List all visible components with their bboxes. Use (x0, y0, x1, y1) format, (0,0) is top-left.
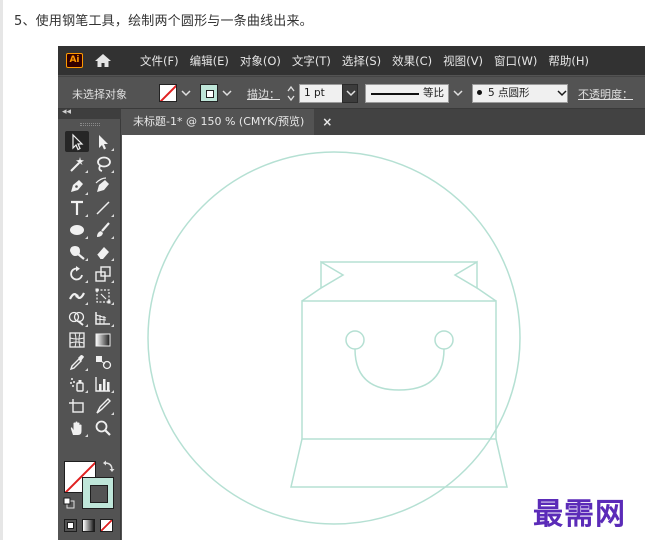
symbol-sprayer-tool-icon[interactable] (65, 373, 89, 394)
eyedropper-tool-icon[interactable] (65, 351, 89, 372)
none-mode-icon[interactable] (100, 519, 113, 532)
menu-type[interactable]: 文字(T) (292, 53, 331, 69)
bag-smile-curve[interactable] (354, 348, 445, 391)
ellipse-tool-icon[interactable] (65, 219, 89, 240)
chevron-down-icon[interactable] (220, 87, 234, 100)
lasso-tool-icon[interactable] (91, 153, 115, 174)
stroke-color-swatch[interactable] (200, 84, 218, 102)
zoom-tool-icon[interactable] (91, 417, 115, 438)
fill-color-swatch[interactable] (159, 84, 177, 102)
free-transform-tool-icon[interactable] (91, 285, 115, 306)
column-graph-tool-icon[interactable] (91, 373, 115, 394)
home-icon[interactable] (94, 53, 112, 68)
menu-help[interactable]: 帮助(H) (548, 53, 589, 69)
mesh-tool-icon[interactable] (65, 329, 89, 350)
panel-grip[interactable] (80, 123, 100, 126)
hand-tool-icon[interactable] (65, 417, 89, 438)
site-watermark: 最需网 (533, 497, 626, 532)
artboard-tool-icon[interactable] (65, 395, 89, 416)
chevron-down-icon (346, 90, 356, 97)
stepper-icon[interactable] (286, 85, 296, 102)
app-logo: Ai (66, 53, 83, 68)
menu-object[interactable]: 对象(O) (240, 53, 281, 69)
variable-width-profile[interactable]: 等比 (365, 84, 449, 103)
opacity-label[interactable]: 不透明度： (578, 86, 633, 102)
profile-label: 等比 (423, 87, 444, 99)
artboard-canvas[interactable] (122, 135, 645, 540)
control-bar: 未选择对象 描边： 1 pt 等比 5 点圆形 不透明度： (58, 76, 645, 109)
shape-builder-tool-icon[interactable] (65, 307, 89, 328)
document-tab-title: 未标题-1* @ 150 % (CMYK/预览) (133, 115, 305, 128)
pen-tool-icon[interactable] (65, 175, 89, 196)
slice-tool-icon[interactable] (91, 395, 115, 416)
bag-left-ring[interactable] (345, 330, 365, 350)
blend-tool-icon[interactable] (91, 351, 115, 372)
selection-status: 未选择对象 (72, 88, 127, 101)
gradient-mode-icon[interactable] (82, 519, 95, 532)
stroke-weight-value: 1 pt (304, 87, 325, 99)
magic-wand-tool-icon[interactable] (65, 153, 89, 174)
brush-dot-icon (477, 89, 482, 95)
bag-body[interactable] (301, 300, 497, 440)
menu-select[interactable]: 选择(S) (342, 53, 381, 69)
step-instruction: 5、使用钢笔工具，绘制两个圆形与一条曲线出来。 (14, 14, 313, 29)
panel-header: ◂◂ (58, 107, 121, 119)
gradient-tool-icon[interactable] (91, 329, 115, 350)
default-colors-icon[interactable] (63, 497, 75, 509)
swap-fill-stroke-icon[interactable] (102, 459, 116, 473)
scale-tool-icon[interactable] (91, 263, 115, 284)
curvature-tool-icon[interactable] (91, 175, 115, 196)
chevron-down-icon[interactable] (451, 87, 465, 100)
color-mode-icon[interactable] (64, 519, 77, 532)
bag-left-flap[interactable] (320, 260, 345, 290)
document-tab[interactable]: 未标题-1* @ 150 % (CMYK/预览) × (122, 109, 332, 135)
menu-window[interactable]: 窗口(W) (494, 53, 537, 69)
menu-view[interactable]: 视图(V) (443, 53, 483, 69)
paintbrush-tool-icon[interactable] (91, 219, 115, 240)
bag-shoulders (301, 287, 497, 302)
color-mode-row (64, 519, 113, 532)
menu-effect[interactable]: 效果(C) (392, 53, 432, 69)
selection-tool-icon[interactable] (65, 131, 89, 152)
profile-stroke-preview (371, 93, 419, 95)
artwork (147, 151, 521, 525)
width-tool-icon[interactable] (65, 285, 89, 306)
stroke-weight-dropdown[interactable] (342, 84, 358, 103)
menu-bar: Ai 文件(F) 编辑(E) 对象(O) 文字(T) 选择(S) 效果(C) 视… (58, 46, 645, 75)
stroke-label[interactable]: 描边： (247, 86, 280, 102)
line-segment-tool-icon[interactable] (91, 197, 115, 218)
menu-items: 文件(F) 编辑(E) 对象(O) 文字(T) 选择(S) 效果(C) 视图(V… (140, 46, 600, 75)
rotate-tool-icon[interactable] (65, 263, 89, 284)
tools-panel: ◂◂ (58, 107, 121, 540)
menu-edit[interactable]: 编辑(E) (190, 53, 229, 69)
outer-circle[interactable] (147, 151, 521, 525)
type-tool-icon[interactable] (65, 197, 89, 218)
brush-label: 5 点圆形 (488, 87, 530, 99)
eraser-tool-icon[interactable] (91, 241, 115, 262)
stroke-color-box[interactable] (82, 477, 114, 509)
chevron-down-icon[interactable] (179, 87, 193, 100)
chevron-down-icon[interactable] (555, 87, 569, 100)
shaper-tool-icon[interactable] (65, 241, 89, 262)
bag-base[interactable] (290, 438, 508, 488)
bag-right-ring[interactable] (434, 330, 454, 350)
collapse-icon[interactable]: ◂◂ (62, 107, 71, 117)
illustrator-window: Ai 文件(F) 编辑(E) 对象(O) 文字(T) 选择(S) 效果(C) 视… (58, 46, 645, 540)
brush-definition[interactable]: 5 点圆形 (472, 84, 568, 103)
direct-selection-tool-icon[interactable] (91, 131, 115, 152)
document-tab-bar: 未标题-1* @ 150 % (CMYK/预览) × (122, 109, 645, 135)
menu-file[interactable]: 文件(F) (140, 53, 179, 69)
close-icon[interactable]: × (322, 109, 332, 135)
bag-right-flap[interactable] (453, 260, 478, 290)
article-left-rule (0, 0, 3, 540)
perspective-grid-tool-icon[interactable] (91, 307, 115, 328)
